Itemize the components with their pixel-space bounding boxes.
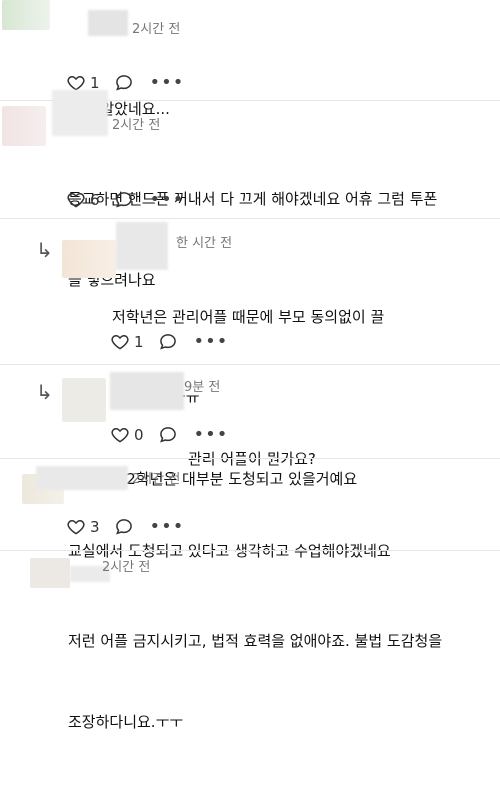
heart-outline-icon (67, 192, 85, 208)
comment-text-line: 저학년은 관리어플 때문에 부모 동의없이 끌 (112, 308, 385, 326)
reply-arrow-icon: ↳ (36, 380, 53, 404)
avatar[interactable] (2, 106, 46, 146)
comment-text: 저런 어플 금지시키고, 법적 효력을 없애야죠. 불법 도감청을 조장하다니요… (68, 574, 442, 790)
like-button[interactable]: 0 (110, 425, 144, 445)
heart-outline-icon (111, 334, 129, 350)
comment-text-line: 저런 어플 금지시키고, 법적 효력을 없애야죠. 불법 도감청을 (68, 632, 443, 650)
speech-bubble-icon[interactable] (114, 190, 134, 210)
comment-1: 2시간 전 처음 알았네요... 1 ••• (0, 0, 500, 118)
avatar[interactable] (30, 558, 70, 588)
reply-arrow-icon: ↳ (36, 238, 53, 262)
heart-outline-icon (67, 519, 85, 535)
like-count: 0 (134, 426, 144, 444)
more-dots-icon[interactable]: ••• (150, 191, 185, 209)
comment-actions: 6 ••• (66, 189, 184, 211)
comment-5: 2시간 전 교실에서 도청되고 있다고 생각하고 수업해야겠네요 3 ••• (0, 458, 500, 560)
comment-actions: 0 ••• (110, 424, 228, 446)
heart-outline-icon (111, 427, 129, 443)
speech-bubble-icon[interactable] (114, 517, 134, 537)
comment-4-reply: ↳ 9분 전 관리 어플이 뭔가요? 0 ••• (0, 364, 500, 468)
comment-actions: 3 ••• (66, 516, 184, 538)
like-count: 6 (90, 191, 100, 209)
comment-6: 2시간 전 저런 어플 금지시키고, 법적 효력을 없애야죠. 불법 도감청을 … (0, 550, 500, 731)
comment-actions: 1 ••• (110, 331, 228, 353)
comment-time: 한 시간 전 (176, 236, 233, 251)
more-dots-icon[interactable]: ••• (150, 74, 185, 92)
avatar[interactable] (62, 378, 106, 422)
speech-bubble-icon[interactable] (158, 425, 178, 445)
username-blurred[interactable] (88, 10, 128, 36)
comment-time: 2시간 전 (112, 118, 161, 133)
comment-time: 2시간 전 (102, 560, 151, 575)
comment-time: 2시간 전 (132, 22, 181, 37)
like-button[interactable]: 6 (66, 190, 100, 210)
avatar[interactable] (62, 240, 116, 278)
like-count: 3 (90, 518, 100, 536)
avatar[interactable] (2, 0, 50, 30)
speech-bubble-icon[interactable] (158, 332, 178, 352)
like-count: 1 (134, 333, 144, 351)
comment-2: 2시간 전 등교하면 핸드폰 꺼내서 다 끄게 해야겠네요 어휴 그럼 투폰 을… (0, 90, 500, 289)
speech-bubble-icon[interactable] (114, 73, 134, 93)
like-button[interactable]: 3 (66, 517, 100, 537)
more-dots-icon[interactable]: ••• (150, 518, 185, 536)
comment-text-line: 조장하다니요.ㅜㅜ (68, 713, 184, 731)
more-dots-icon[interactable]: ••• (194, 426, 229, 444)
like-button[interactable]: 1 (110, 332, 144, 352)
comment-3-reply: ↳ 한 시간 전 저학년은 관리어플 때문에 부모 동의없이 끌 수 없어요ㅠㅠ… (0, 218, 500, 488)
username-blurred[interactable] (52, 90, 108, 136)
more-dots-icon[interactable]: ••• (194, 333, 229, 351)
username-blurred[interactable] (110, 372, 184, 410)
